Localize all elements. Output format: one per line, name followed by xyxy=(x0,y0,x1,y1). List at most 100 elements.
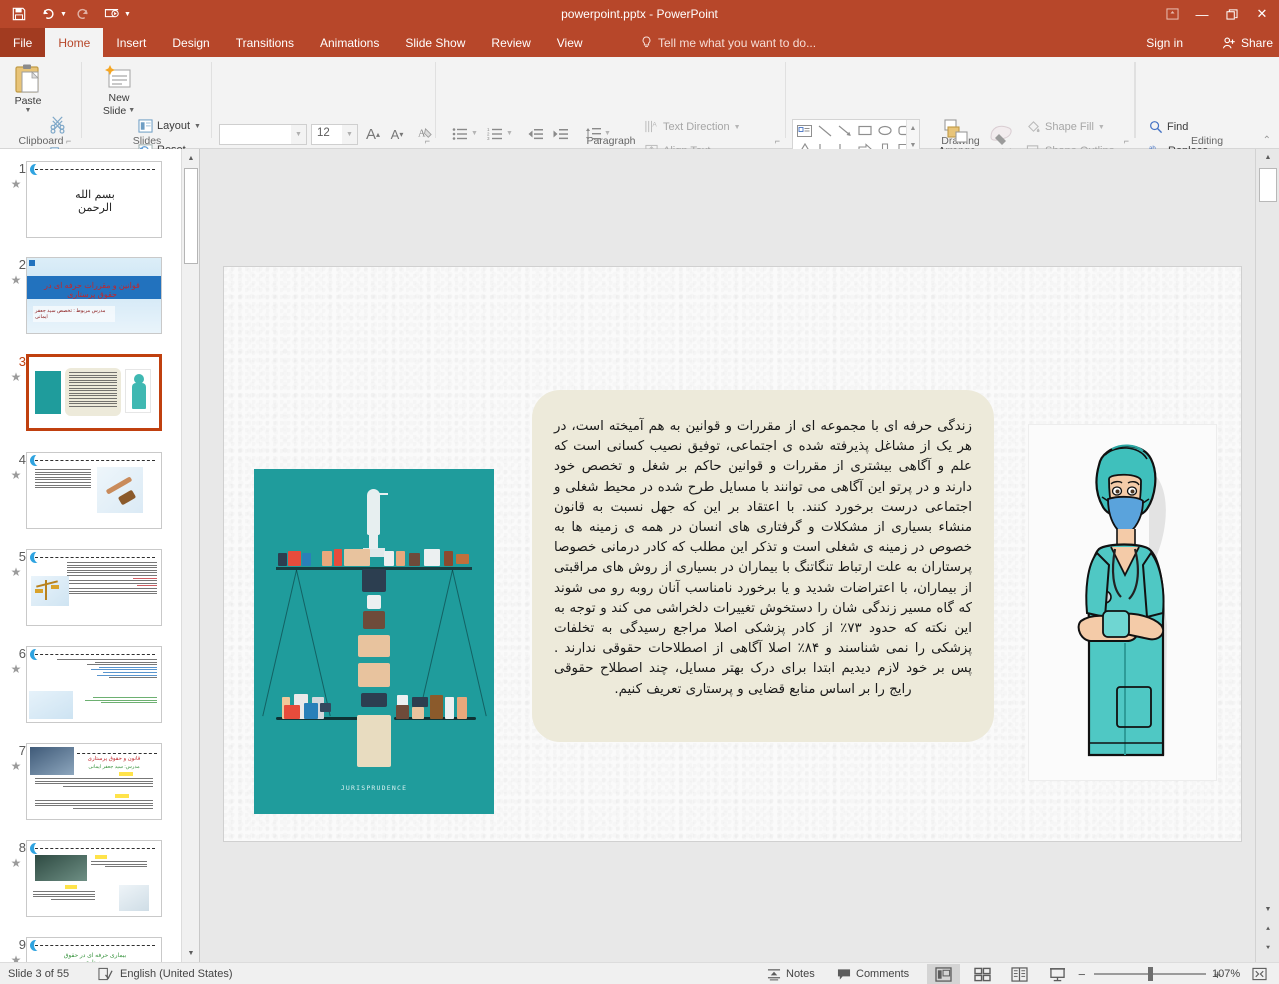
clear-formatting-button[interactable]: A xyxy=(414,123,436,145)
layout-button[interactable]: Layout ▼ xyxy=(138,119,201,133)
ribbon-display-options-icon[interactable] xyxy=(1157,1,1187,27)
arrow-shape-icon[interactable] xyxy=(835,122,854,139)
jurisprudence-image[interactable]: JURISPRUDENCE xyxy=(254,469,494,814)
bullets-button[interactable] xyxy=(449,124,471,144)
notes-button[interactable]: Notes xyxy=(767,963,815,984)
line-spacing-button[interactable] xyxy=(582,124,604,144)
font-name-input[interactable]: ▼ xyxy=(219,124,307,145)
zoom-out-button[interactable]: − xyxy=(1078,967,1086,982)
line-spacing-dropdown-icon[interactable]: ▼ xyxy=(604,130,611,137)
zoom-slider[interactable]: − + xyxy=(1078,963,1221,984)
language-indicator[interactable]: English (United States) xyxy=(120,963,233,984)
tab-review[interactable]: Review xyxy=(478,28,543,57)
tell-me-box[interactable]: Tell me what you want to do... xyxy=(641,28,816,57)
shape-fill-button[interactable]: Shape Fill ▼ xyxy=(1026,120,1105,134)
new-slide-button[interactable]: New Slide ▼ xyxy=(96,65,142,118)
shapes-scroll-up-icon[interactable]: ▲ xyxy=(907,120,919,137)
increase-indent-button[interactable] xyxy=(549,124,571,144)
figure-briefcase xyxy=(409,553,420,566)
previous-slide-button[interactable]: ⯅ xyxy=(1259,921,1277,938)
collapse-ribbon-button[interactable]: ⌃ xyxy=(1263,135,1271,146)
tab-animations[interactable]: Animations xyxy=(307,28,392,57)
fit-to-window-button[interactable] xyxy=(1252,963,1267,984)
scale-rope-left-b xyxy=(262,569,297,717)
normal-view-button[interactable] xyxy=(927,964,960,984)
right-person xyxy=(412,707,424,719)
decrease-indent-button[interactable] xyxy=(524,124,546,144)
decrease-font-size-button[interactable]: A ▾ xyxy=(386,123,408,145)
zoom-handle[interactable] xyxy=(1147,967,1153,981)
oval-shape-icon[interactable] xyxy=(875,122,894,139)
bullets-icon xyxy=(452,128,467,140)
paste-button[interactable]: Paste ▼ xyxy=(6,63,50,115)
rectangle-shape-icon[interactable] xyxy=(855,122,874,139)
editor-scroll-thumb[interactable] xyxy=(1259,168,1277,202)
animation-star-icon-9: ★ xyxy=(10,953,22,962)
line-shape-icon[interactable] xyxy=(815,122,834,139)
shape-fill-icon xyxy=(1028,121,1040,133)
increase-font-size-button[interactable]: A ▴ xyxy=(362,123,384,145)
bullets-dropdown-icon[interactable]: ▼ xyxy=(471,130,478,137)
zoom-track[interactable] xyxy=(1093,967,1206,981)
layout-dropdown-icon[interactable]: ▼ xyxy=(194,123,201,130)
slide-counter[interactable]: Slide 3 of 55 xyxy=(8,963,69,984)
editor-scrollbar[interactable]: ▲ ▼ ⯅ ⯆ xyxy=(1255,149,1279,962)
tab-insert[interactable]: Insert xyxy=(103,28,159,57)
cut-button-2[interactable] xyxy=(48,118,66,134)
numbering-icon: 1 2 3 xyxy=(487,127,502,141)
share-button[interactable]: Share xyxy=(1222,28,1273,57)
tab-transitions[interactable]: Transitions xyxy=(223,28,307,57)
text-direction-button[interactable]: A Text Direction ▼ xyxy=(644,120,741,134)
thumb3-textbox xyxy=(65,368,121,416)
thumb3-nurse-image xyxy=(125,369,151,413)
thumbnail-scroll-thumb[interactable] xyxy=(184,168,198,264)
slide-thumbnail-pane[interactable]: 1 ★ بسم الله الرحمن 2 ★ قوانین و مقررات … xyxy=(0,149,181,962)
thumb7-lines xyxy=(35,778,153,788)
clipboard-dialog-launcher[interactable]: ⌐ xyxy=(66,136,71,146)
current-slide[interactable]: JURISPRUDENCE زندگی حرفه ای با مجموعه ای… xyxy=(223,266,1242,842)
nurse-image[interactable] xyxy=(1028,424,1217,781)
thumbnail-scroll-up-button[interactable]: ▲ xyxy=(182,149,200,167)
comments-button[interactable]: Comments xyxy=(837,963,909,984)
figure-document xyxy=(384,551,394,566)
tab-design[interactable]: Design xyxy=(159,28,222,57)
next-slide-button[interactable]: ⯆ xyxy=(1259,940,1277,957)
tab-file[interactable]: File xyxy=(0,28,46,57)
numbering-dropdown-icon[interactable]: ▼ xyxy=(506,130,513,137)
divider-line-8 xyxy=(35,848,155,849)
new-slide-dropdown-icon[interactable]: ▼ xyxy=(128,107,135,116)
shape-fill-dropdown-icon[interactable]: ▼ xyxy=(1098,124,1105,131)
close-button[interactable]: ✕ xyxy=(1247,1,1277,27)
font-size-value: 12 xyxy=(317,127,330,139)
slide-text-box[interactable]: زندگی حرفه ای با مجموعه ای از مقررات و ق… xyxy=(532,390,994,742)
spell-check-icon[interactable] xyxy=(98,963,113,984)
reading-view-button[interactable] xyxy=(1003,964,1036,984)
tab-view[interactable]: View xyxy=(544,28,596,57)
sign-in-button[interactable]: Sign in xyxy=(1146,28,1183,57)
font-name-dropdown-icon[interactable]: ▼ xyxy=(291,125,306,144)
zoom-level-label[interactable]: 107% xyxy=(1212,963,1240,984)
new-slide-icon-svg xyxy=(105,65,131,88)
textbox-shape-icon[interactable] xyxy=(795,122,814,139)
paragraph-dialog-launcher[interactable]: ⌐ xyxy=(775,136,780,146)
tab-slide-show[interactable]: Slide Show xyxy=(392,28,478,57)
slide-sorter-view-button[interactable] xyxy=(966,964,999,984)
thumbnail-scrollbar[interactable]: ▲ ▼ xyxy=(181,149,200,962)
numbering-button[interactable]: 1 2 3 xyxy=(484,124,506,144)
thumb8-highlight-2 xyxy=(65,885,77,889)
restore-button[interactable] xyxy=(1217,1,1247,27)
left-gun xyxy=(320,703,331,712)
minimize-button[interactable]: — xyxy=(1187,1,1217,27)
font-size-input[interactable]: 12 ▼ xyxy=(311,124,358,145)
text-direction-dropdown-icon[interactable]: ▼ xyxy=(734,124,741,131)
find-button[interactable]: Find xyxy=(1149,120,1188,134)
paste-dropdown-icon[interactable]: ▼ xyxy=(25,107,32,115)
editor-scroll-down-button[interactable]: ▼ xyxy=(1259,901,1277,918)
thumbnail-scroll-down-button[interactable]: ▼ xyxy=(182,944,200,962)
tab-home[interactable]: Home xyxy=(45,28,104,57)
animation-star-icon-5: ★ xyxy=(10,565,22,579)
slide-show-view-button[interactable] xyxy=(1041,964,1074,984)
right-briefcase xyxy=(396,705,409,719)
font-size-dropdown-icon[interactable]: ▼ xyxy=(342,125,357,144)
editor-scroll-up-button[interactable]: ▲ xyxy=(1259,149,1277,166)
